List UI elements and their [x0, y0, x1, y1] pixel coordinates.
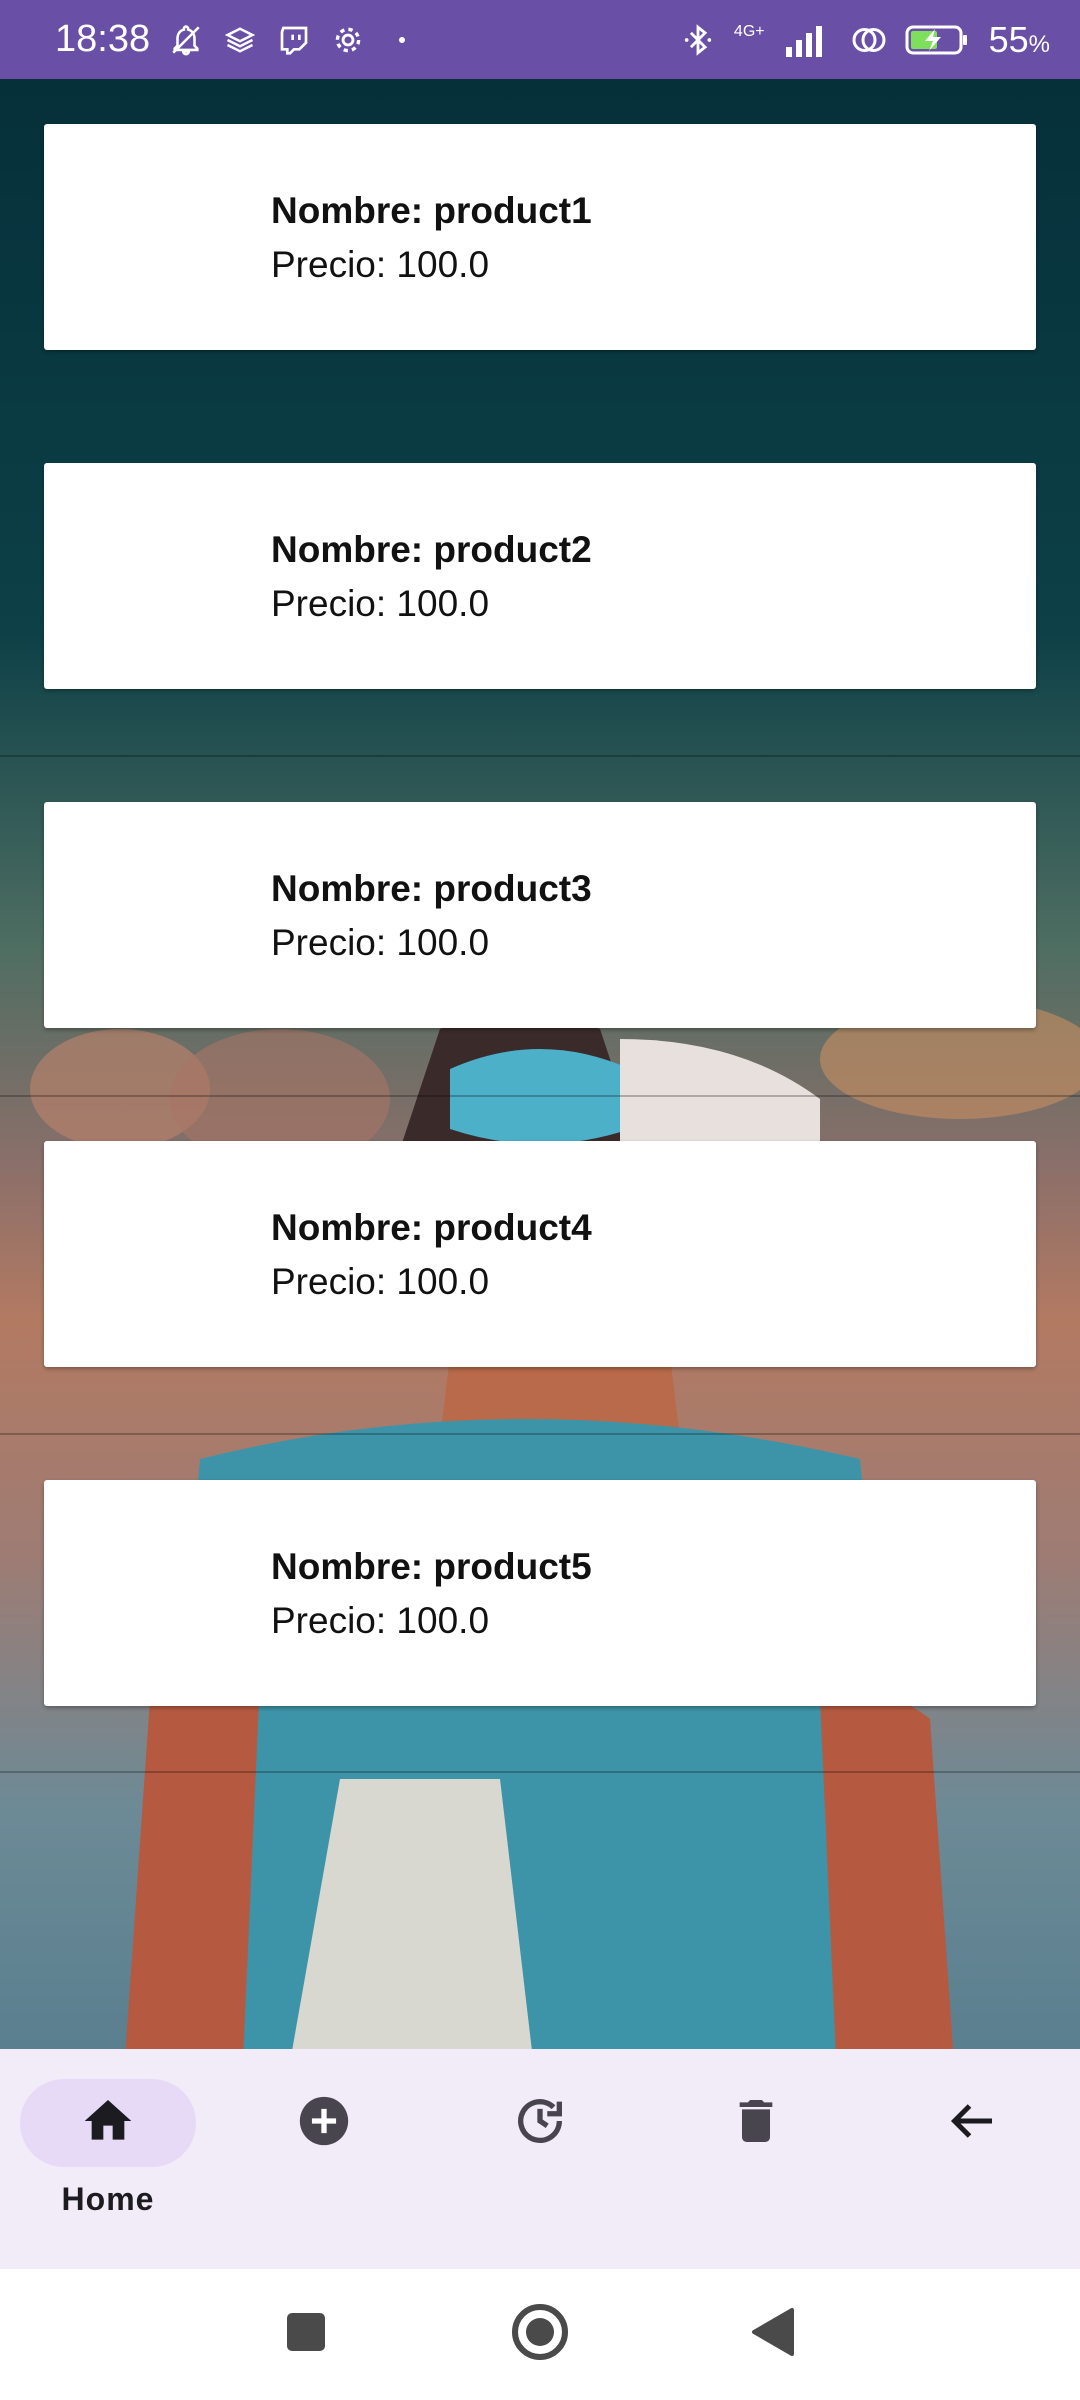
- nav-delete[interactable]: [668, 2079, 844, 2239]
- status-bar: 18:38 4G+ 55%: [0, 0, 1080, 79]
- product-price: Precio: 100.0: [271, 244, 490, 285]
- dot-icon: [384, 22, 420, 58]
- network-type: 4G+: [733, 22, 765, 40]
- signal-icon: [783, 22, 833, 58]
- add-circle-icon: [295, 2092, 353, 2155]
- product-card-2[interactable]: Nombre: product2 Precio: 100.0: [44, 463, 1036, 689]
- back-button[interactable]: [727, 2289, 817, 2379]
- arrow-back-icon: [942, 2091, 1002, 2156]
- status-right: 4G+ 55%: [680, 19, 1050, 61]
- product-price: Precio: 100.0: [271, 922, 490, 963]
- home-button[interactable]: [495, 2289, 585, 2379]
- nav-home[interactable]: Home: [20, 2079, 196, 2239]
- layers-icon: [222, 22, 258, 58]
- recents-button[interactable]: [261, 2289, 351, 2379]
- nav-home-label: Home: [61, 2181, 155, 2217]
- gear-icon: [330, 22, 366, 58]
- nav-back-indicator: [884, 2079, 1060, 2167]
- hotspot-icon: [851, 22, 887, 58]
- delete-icon: [728, 2093, 784, 2154]
- status-left: 18:38: [55, 18, 420, 61]
- nav-add[interactable]: [236, 2079, 412, 2239]
- recents-square-icon: [285, 2311, 327, 2358]
- nav-add-indicator: [236, 2079, 412, 2167]
- bluetooth-icon: [680, 22, 716, 58]
- product-price: Precio: 100.0: [271, 583, 490, 624]
- product-name: Nombre: product4: [271, 1207, 592, 1248]
- nav-back[interactable]: [884, 2079, 1060, 2239]
- product-card-1[interactable]: Nombre: product1 Precio: 100.0: [44, 124, 1036, 350]
- nav-delete-indicator: [668, 2079, 844, 2167]
- twitch-icon: [276, 22, 312, 58]
- background-image: [0, 79, 1080, 2049]
- vr-person-illustration: [30, 999, 1080, 2049]
- home-icon: [80, 2093, 136, 2154]
- product-name: Nombre: product5: [271, 1546, 592, 1587]
- product-price: Precio: 100.0: [271, 1600, 490, 1641]
- nav-home-indicator: [20, 2079, 196, 2167]
- status-time: 18:38: [55, 18, 151, 60]
- product-card-3[interactable]: Nombre: product3 Precio: 100.0: [44, 802, 1036, 1028]
- product-price: Precio: 100.0: [271, 1261, 490, 1302]
- bell-off-icon: [168, 22, 204, 58]
- back-triangle-icon: [748, 2306, 796, 2363]
- nav-history[interactable]: [452, 2079, 628, 2239]
- product-name: Nombre: product2: [271, 529, 592, 570]
- product-name: Nombre: product3: [271, 868, 592, 909]
- battery-percent: 55%: [988, 18, 1050, 60]
- product-card-5[interactable]: Nombre: product5 Precio: 100.0: [44, 1480, 1036, 1706]
- bottom-navigation: Home: [0, 2049, 1080, 2269]
- history-icon: [511, 2092, 569, 2155]
- battery-charging-icon: [905, 22, 971, 58]
- system-navigation-bar: [0, 2269, 1080, 2400]
- product-card-4[interactable]: Nombre: product4 Precio: 100.0: [44, 1141, 1036, 1367]
- nav-history-indicator: [452, 2079, 628, 2167]
- product-name: Nombre: product1: [271, 190, 592, 231]
- home-circle-icon: [510, 2302, 570, 2367]
